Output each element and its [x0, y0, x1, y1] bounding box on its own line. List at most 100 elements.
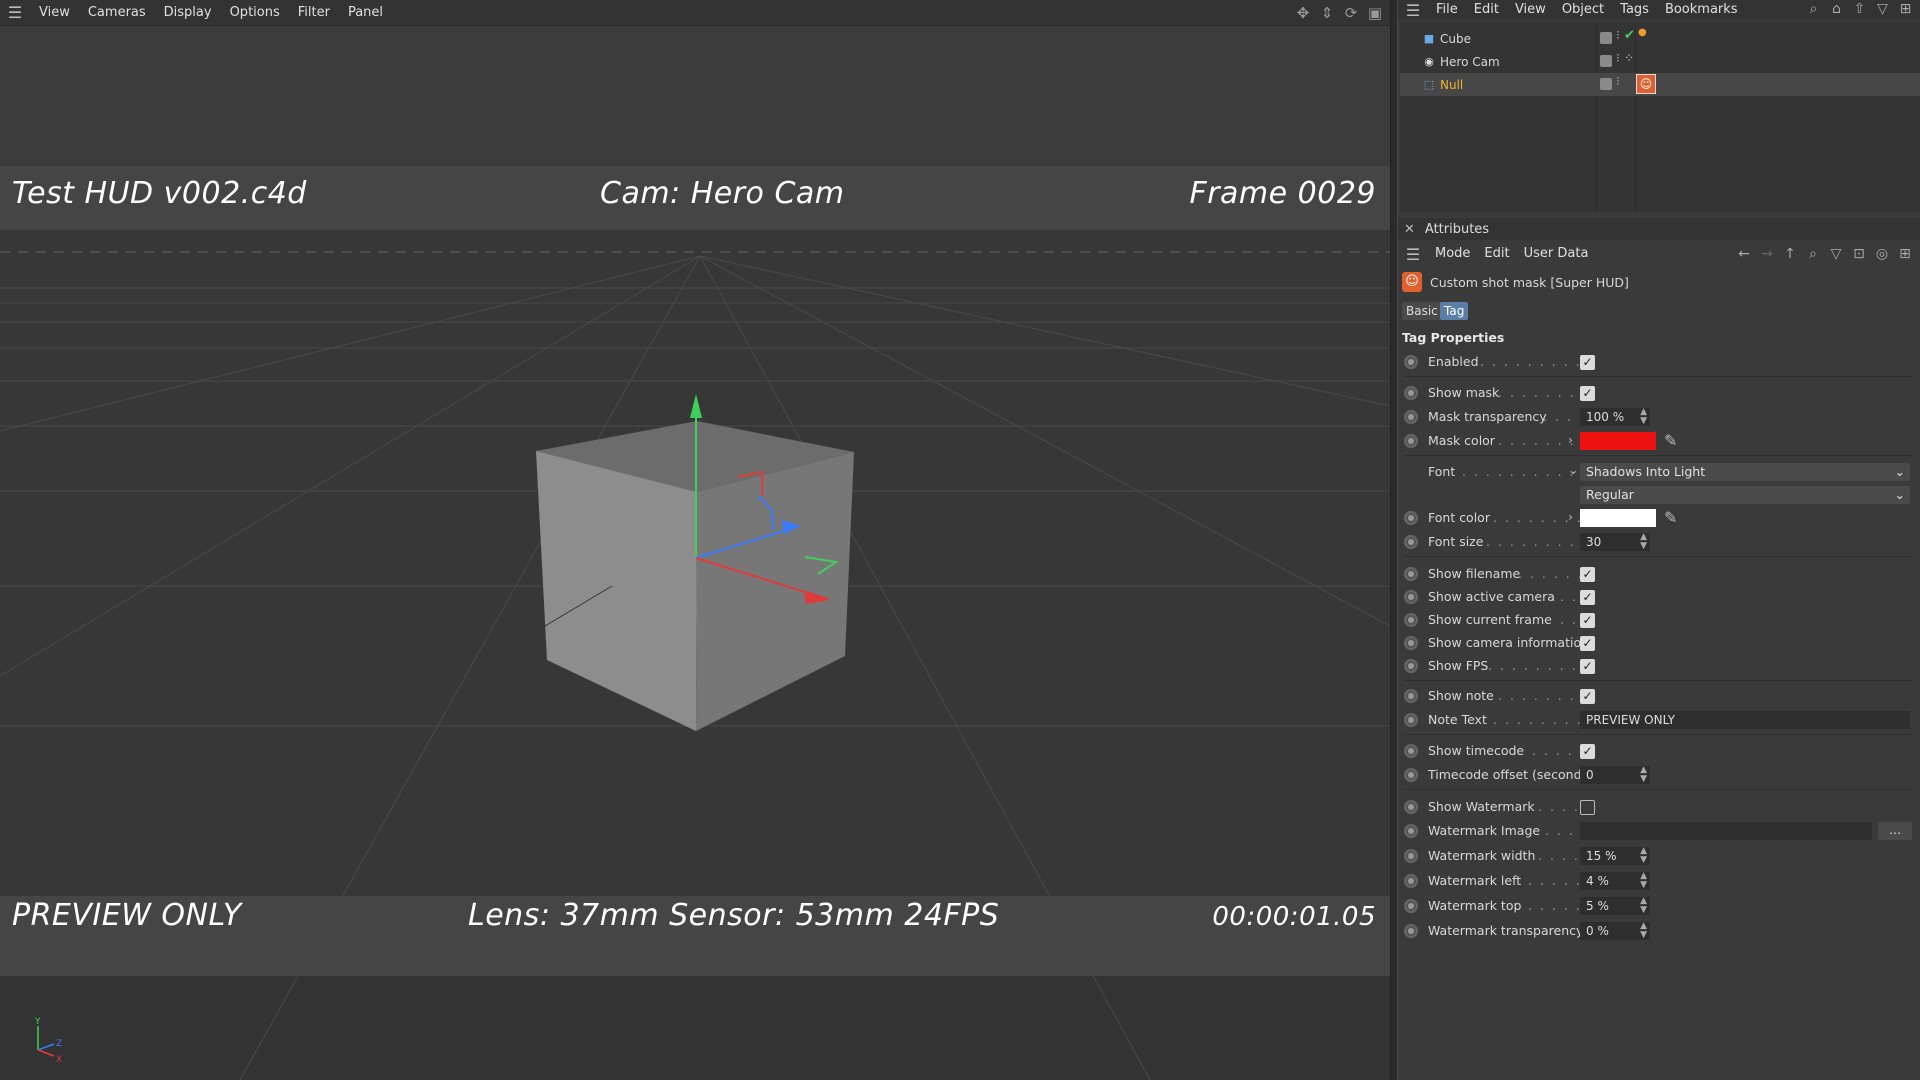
- keyframe-radio-icon[interactable]: [1404, 410, 1418, 424]
- panel-divider[interactable]: [1390, 0, 1398, 1080]
- show-fps-checkbox[interactable]: ✓: [1580, 659, 1595, 674]
- om-menu-view[interactable]: View: [1507, 0, 1554, 20]
- search-icon[interactable]: ⌕: [1804, 245, 1822, 263]
- keyframe-radio-icon[interactable]: [1404, 535, 1418, 549]
- new-panel-icon[interactable]: ⊞: [1897, 1, 1914, 18]
- zoom-view-icon[interactable]: ⇕: [1318, 4, 1336, 22]
- menu-options[interactable]: Options: [221, 0, 289, 26]
- keyframe-radio-icon[interactable]: [1404, 613, 1418, 627]
- phong-tag-icon[interactable]: ●: [1638, 27, 1647, 38]
- object-row-null[interactable]: ⬚ Null ⁝ ☺: [1400, 73, 1920, 96]
- keyframe-radio-icon[interactable]: [1404, 636, 1418, 650]
- om-menu-file[interactable]: File: [1428, 0, 1466, 20]
- keyframe-radio-icon[interactable]: [1404, 874, 1418, 888]
- show-timecode-checkbox[interactable]: ✓: [1580, 744, 1595, 759]
- maximize-view-icon[interactable]: ▣: [1366, 4, 1384, 22]
- home-icon[interactable]: ⌂: [1828, 1, 1845, 18]
- note-text-field[interactable]: PREVIEW ONLY: [1580, 711, 1910, 729]
- target-icon[interactable]: ◎: [1873, 245, 1891, 263]
- move-view-icon[interactable]: ✥: [1294, 4, 1312, 22]
- attr-hamburger-icon[interactable]: ☰: [1398, 242, 1428, 266]
- om-hamburger-icon[interactable]: ☰: [1398, 0, 1428, 20]
- keyframe-radio-icon[interactable]: [1404, 899, 1418, 913]
- menu-view[interactable]: View: [30, 0, 79, 26]
- menu-panel[interactable]: Panel: [339, 0, 392, 26]
- object-row-cube[interactable]: ■ Cube ⁝ ✔ ●: [1400, 27, 1920, 50]
- chevron-down-icon[interactable]: ⌄: [1568, 462, 1578, 477]
- visibility-dots-icon[interactable]: ⁝: [1616, 28, 1620, 42]
- om-menu-tags[interactable]: Tags: [1612, 0, 1657, 20]
- forward-arrow-icon[interactable]: →: [1758, 245, 1776, 263]
- visibility-dots-icon[interactable]: ⁝: [1616, 51, 1620, 65]
- object-name[interactable]: Cube: [1440, 32, 1471, 46]
- checkmark-icon[interactable]: ✔: [1624, 28, 1635, 43]
- om-menu-bookmarks[interactable]: Bookmarks: [1657, 0, 1746, 20]
- keyframe-radio-icon[interactable]: [1404, 689, 1418, 703]
- show-note-checkbox[interactable]: ✓: [1580, 689, 1595, 704]
- keyframe-radio-icon[interactable]: [1404, 713, 1418, 727]
- font-style-dropdown[interactable]: Regular ⌄: [1580, 486, 1910, 504]
- tab-tag[interactable]: Tag: [1440, 302, 1469, 320]
- super-hud-tag-icon[interactable]: ☺: [1636, 74, 1656, 94]
- keyframe-radio-icon[interactable]: [1404, 659, 1418, 673]
- object-name[interactable]: Null: [1440, 78, 1463, 92]
- target-tag-icon[interactable]: ⁘: [1624, 51, 1634, 65]
- attr-menu-mode[interactable]: Mode: [1428, 242, 1477, 266]
- object-manager[interactable]: ■ Cube ⁝ ✔ ● ◉ Hero Cam ⁝ ⁘ ⬚ Null ⁝ ☺: [1400, 22, 1920, 212]
- menu-cameras[interactable]: Cameras: [79, 0, 155, 26]
- watermark-transparency-field[interactable]: 0 % ▲ ▼: [1580, 922, 1650, 940]
- keyframe-radio-icon[interactable]: [1404, 434, 1418, 448]
- keyframe-radio-icon[interactable]: [1404, 800, 1418, 814]
- show-active-camera-checkbox[interactable]: ✓: [1580, 590, 1595, 605]
- layer-icon[interactable]: [1600, 78, 1612, 90]
- viewport-panel[interactable]: ☰ View Cameras Display Options Filter Pa…: [0, 0, 1390, 1080]
- object-name[interactable]: Hero Cam: [1440, 55, 1500, 69]
- rotate-view-icon[interactable]: ⟳: [1342, 4, 1360, 22]
- up-arrow-icon[interactable]: ↑: [1781, 245, 1799, 263]
- new-panel-icon[interactable]: ⊞: [1896, 245, 1914, 263]
- show-camera-information-checkbox[interactable]: ✓: [1580, 636, 1595, 651]
- layer-icon[interactable]: [1600, 32, 1612, 44]
- keyframe-radio-icon[interactable]: [1404, 849, 1418, 863]
- show-current-frame-checkbox[interactable]: ✓: [1580, 613, 1595, 628]
- object-row-hero-cam[interactable]: ◉ Hero Cam ⁝ ⁘: [1400, 50, 1920, 73]
- keyframe-radio-icon[interactable]: [1404, 924, 1418, 938]
- keyframe-radio-icon[interactable]: [1404, 590, 1418, 604]
- chevron-right-icon[interactable]: ›: [1568, 509, 1573, 524]
- filter-icon[interactable]: ▽: [1874, 1, 1891, 18]
- tab-basic[interactable]: Basic: [1402, 302, 1442, 320]
- keyframe-radio-icon[interactable]: [1404, 744, 1418, 758]
- chevron-right-icon[interactable]: ›: [1568, 432, 1573, 447]
- font-size-field[interactable]: 30 ▲ ▼: [1580, 533, 1650, 551]
- eyedropper-icon[interactable]: ✎: [1664, 508, 1677, 527]
- om-menu-edit[interactable]: Edit: [1466, 0, 1507, 20]
- layer-icon[interactable]: [1600, 55, 1612, 67]
- close-icon[interactable]: ✕: [1404, 222, 1415, 237]
- keyframe-radio-icon[interactable]: [1404, 355, 1418, 369]
- menu-filter[interactable]: Filter: [289, 0, 339, 26]
- om-menu-object[interactable]: Object: [1554, 0, 1612, 20]
- keyframe-radio-icon[interactable]: [1404, 567, 1418, 581]
- show-filename-checkbox[interactable]: ✓: [1580, 567, 1595, 582]
- timecode-offset-field[interactable]: 0 ▲ ▼: [1580, 766, 1650, 784]
- keyframe-radio-icon[interactable]: [1404, 511, 1418, 525]
- up-arrow-icon[interactable]: ⇧: [1851, 1, 1868, 18]
- enabled-checkbox[interactable]: ✓: [1580, 355, 1595, 370]
- font-color-swatch[interactable]: [1580, 509, 1656, 527]
- menu-display[interactable]: Display: [155, 0, 221, 26]
- keyframe-radio-icon[interactable]: [1404, 824, 1418, 838]
- watermark-left-field[interactable]: 4 % ▲ ▼: [1580, 872, 1650, 890]
- hamburger-menu-icon[interactable]: ☰: [0, 0, 30, 26]
- browse-button[interactable]: ...: [1878, 822, 1912, 840]
- font-dropdown[interactable]: Shadows Into Light ⌄: [1580, 463, 1910, 481]
- lock-icon[interactable]: ⊡: [1850, 245, 1868, 263]
- watermark-top-field[interactable]: 5 % ▲ ▼: [1580, 897, 1650, 915]
- keyframe-radio-icon[interactable]: [1404, 386, 1418, 400]
- search-icon[interactable]: ⌕: [1805, 1, 1822, 18]
- mask-color-swatch[interactable]: [1580, 432, 1656, 450]
- mask-transparency-field[interactable]: 100 % ▲ ▼: [1580, 408, 1650, 426]
- keyframe-radio-icon[interactable]: [1404, 768, 1418, 782]
- show-mask-checkbox[interactable]: ✓: [1580, 386, 1595, 401]
- show-watermark-checkbox[interactable]: [1580, 800, 1595, 815]
- visibility-dots-icon[interactable]: ⁝: [1616, 74, 1620, 88]
